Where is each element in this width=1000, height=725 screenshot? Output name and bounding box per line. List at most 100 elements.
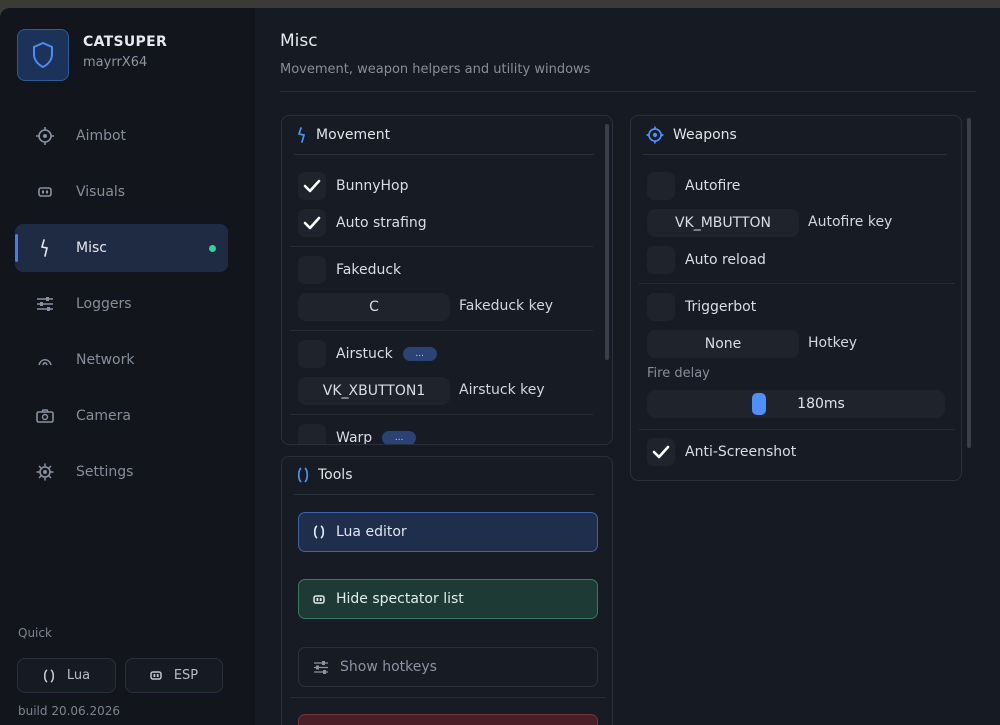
sidebar-item-camera[interactable]: Camera: [15, 392, 228, 440]
code-braces-icon: [43, 668, 55, 683]
airstuck-key-field[interactable]: VK_XBUTTON1: [298, 377, 450, 405]
autostrafe-label: Auto strafing: [336, 215, 427, 231]
camera-icon: [35, 406, 55, 426]
movement-title: Movement: [316, 127, 391, 143]
sliders-icon: [35, 294, 55, 314]
checkbox-unchecked[interactable]: [647, 246, 675, 274]
gear-icon: [35, 462, 55, 482]
divider: [290, 414, 593, 415]
checkbox-unchecked[interactable]: [647, 172, 675, 200]
quick-section-label: Quick: [18, 626, 52, 640]
tools-panel: Tools Lua editor Hide spectator list Sho…: [281, 456, 613, 725]
airstuck-key-label: Airstuck key: [459, 382, 545, 398]
quick-lua-button[interactable]: Lua: [17, 658, 116, 693]
triggerbot-toggle[interactable]: Triggerbot: [647, 293, 756, 321]
sidebar-item-label: Loggers: [76, 296, 132, 312]
lightning-icon: [35, 238, 55, 258]
divider: [294, 494, 594, 495]
sidebar-item-label: Visuals: [76, 184, 126, 200]
build-version: build 20.06.2026: [18, 704, 121, 718]
triggerbot-hotkey-label: Hotkey: [808, 335, 858, 351]
lightning-icon: [297, 126, 307, 144]
fire-delay-label: Fire delay: [647, 366, 710, 381]
divider: [290, 246, 593, 247]
hide-spectator-button[interactable]: Hide spectator list: [298, 579, 598, 619]
show-hotkeys-button[interactable]: Show hotkeys: [298, 647, 598, 687]
active-status-dot: [209, 245, 216, 252]
weapons-panel: Weapons Autofire VK_MBUTTON Autofire key…: [630, 115, 962, 481]
fakeduck-toggle[interactable]: Fakeduck: [298, 256, 401, 284]
eye-icon: [150, 671, 162, 680]
autofire-key-label: Autofire key: [808, 214, 893, 230]
quick-esp-label: ESP: [173, 668, 199, 683]
danger-action-button[interactable]: [298, 714, 598, 725]
sidebar-item-network[interactable]: Network: [15, 336, 228, 384]
sliders-icon: [313, 660, 329, 674]
antiscreenshot-label: Anti-Screenshot: [685, 444, 797, 460]
autostrafe-toggle[interactable]: Auto strafing: [298, 209, 427, 237]
checkbox-unchecked[interactable]: [647, 293, 675, 321]
antiscreenshot-toggle[interactable]: Anti-Screenshot: [647, 438, 796, 466]
bunnyhop-toggle[interactable]: BunnyHop: [298, 172, 409, 200]
main-scrollbar[interactable]: [967, 118, 971, 448]
checkbox-unchecked[interactable]: [298, 256, 326, 284]
fire-delay-slider[interactable]: 180ms: [647, 390, 945, 418]
autoreload-toggle[interactable]: Auto reload: [647, 246, 766, 274]
code-braces-icon: [313, 525, 325, 539]
airstuck-label: Airstuck: [336, 346, 393, 362]
sidebar-item-aimbot[interactable]: Aimbot: [15, 112, 228, 160]
page-title: Misc: [280, 31, 318, 51]
checkbox-checked[interactable]: [298, 172, 326, 200]
divider: [643, 154, 947, 155]
sidebar-item-label: Camera: [76, 408, 131, 424]
crosshair-icon: [646, 126, 664, 144]
sidebar-item-label: Aimbot: [76, 128, 127, 144]
sidebar-item-loggers[interactable]: Loggers: [15, 280, 228, 328]
page-subtitle: Movement, weapon helpers and utility win…: [280, 62, 591, 77]
divider: [294, 154, 594, 155]
hide-spectator-label: Hide spectator list: [336, 591, 464, 607]
triggerbot-hotkey-field[interactable]: None: [647, 330, 799, 358]
airstuck-toggle[interactable]: Airstuck ...: [298, 340, 437, 368]
sidebar-item-label: Network: [76, 352, 135, 368]
weapons-header: Weapons: [646, 126, 737, 144]
quick-lua-label: Lua: [66, 668, 91, 683]
wifi-icon: [35, 350, 55, 370]
lua-editor-label: Lua editor: [336, 524, 407, 540]
movement-header: Movement: [297, 126, 390, 144]
brand-username: mayrrX64: [83, 55, 148, 70]
checkbox-unchecked[interactable]: [298, 424, 326, 444]
warp-options-badge[interactable]: ...: [382, 431, 417, 444]
fakeduck-key-field[interactable]: C: [298, 293, 450, 321]
divider: [290, 697, 606, 698]
warp-toggle[interactable]: Warp ...: [298, 424, 417, 445]
warp-label: Warp: [336, 430, 373, 445]
sidebar-item-settings[interactable]: Settings: [15, 448, 228, 496]
sidebar-item-misc[interactable]: Misc: [15, 224, 228, 272]
app-window: CATSUPER mayrrX64 Aimbot Visuals Misc Lo…: [0, 8, 1000, 725]
show-hotkeys-label: Show hotkeys: [340, 659, 437, 675]
tools-header: Tools: [297, 467, 353, 483]
brand-name: CATSUPER: [83, 34, 168, 50]
checkbox-unchecked[interactable]: [298, 340, 326, 368]
airstuck-options-badge[interactable]: ...: [402, 347, 437, 361]
autofire-toggle[interactable]: Autofire: [647, 172, 740, 200]
sidebar: CATSUPER mayrrX64 Aimbot Visuals Misc Lo…: [0, 8, 255, 725]
autofire-key-field[interactable]: VK_MBUTTON: [647, 209, 799, 237]
fire-delay-value: 180ms: [797, 396, 845, 412]
lua-editor-button[interactable]: Lua editor: [298, 512, 598, 552]
divider: [639, 429, 955, 430]
sidebar-item-label: Misc: [76, 240, 107, 256]
sidebar-item-label: Settings: [76, 464, 134, 480]
sidebar-item-visuals[interactable]: Visuals: [15, 168, 228, 216]
checkbox-checked[interactable]: [298, 209, 326, 237]
crosshair-icon: [35, 126, 55, 146]
checkbox-checked[interactable]: [647, 438, 675, 466]
quick-esp-button[interactable]: ESP: [125, 658, 223, 693]
fakeduck-label: Fakeduck: [336, 262, 402, 278]
autofire-label: Autofire: [685, 178, 741, 194]
eye-icon: [313, 594, 325, 604]
movement-panel: Movement BunnyHop Auto strafing Fakeduck: [281, 115, 613, 445]
autoreload-label: Auto reload: [685, 252, 766, 268]
movement-scrollbar[interactable]: [605, 124, 609, 360]
